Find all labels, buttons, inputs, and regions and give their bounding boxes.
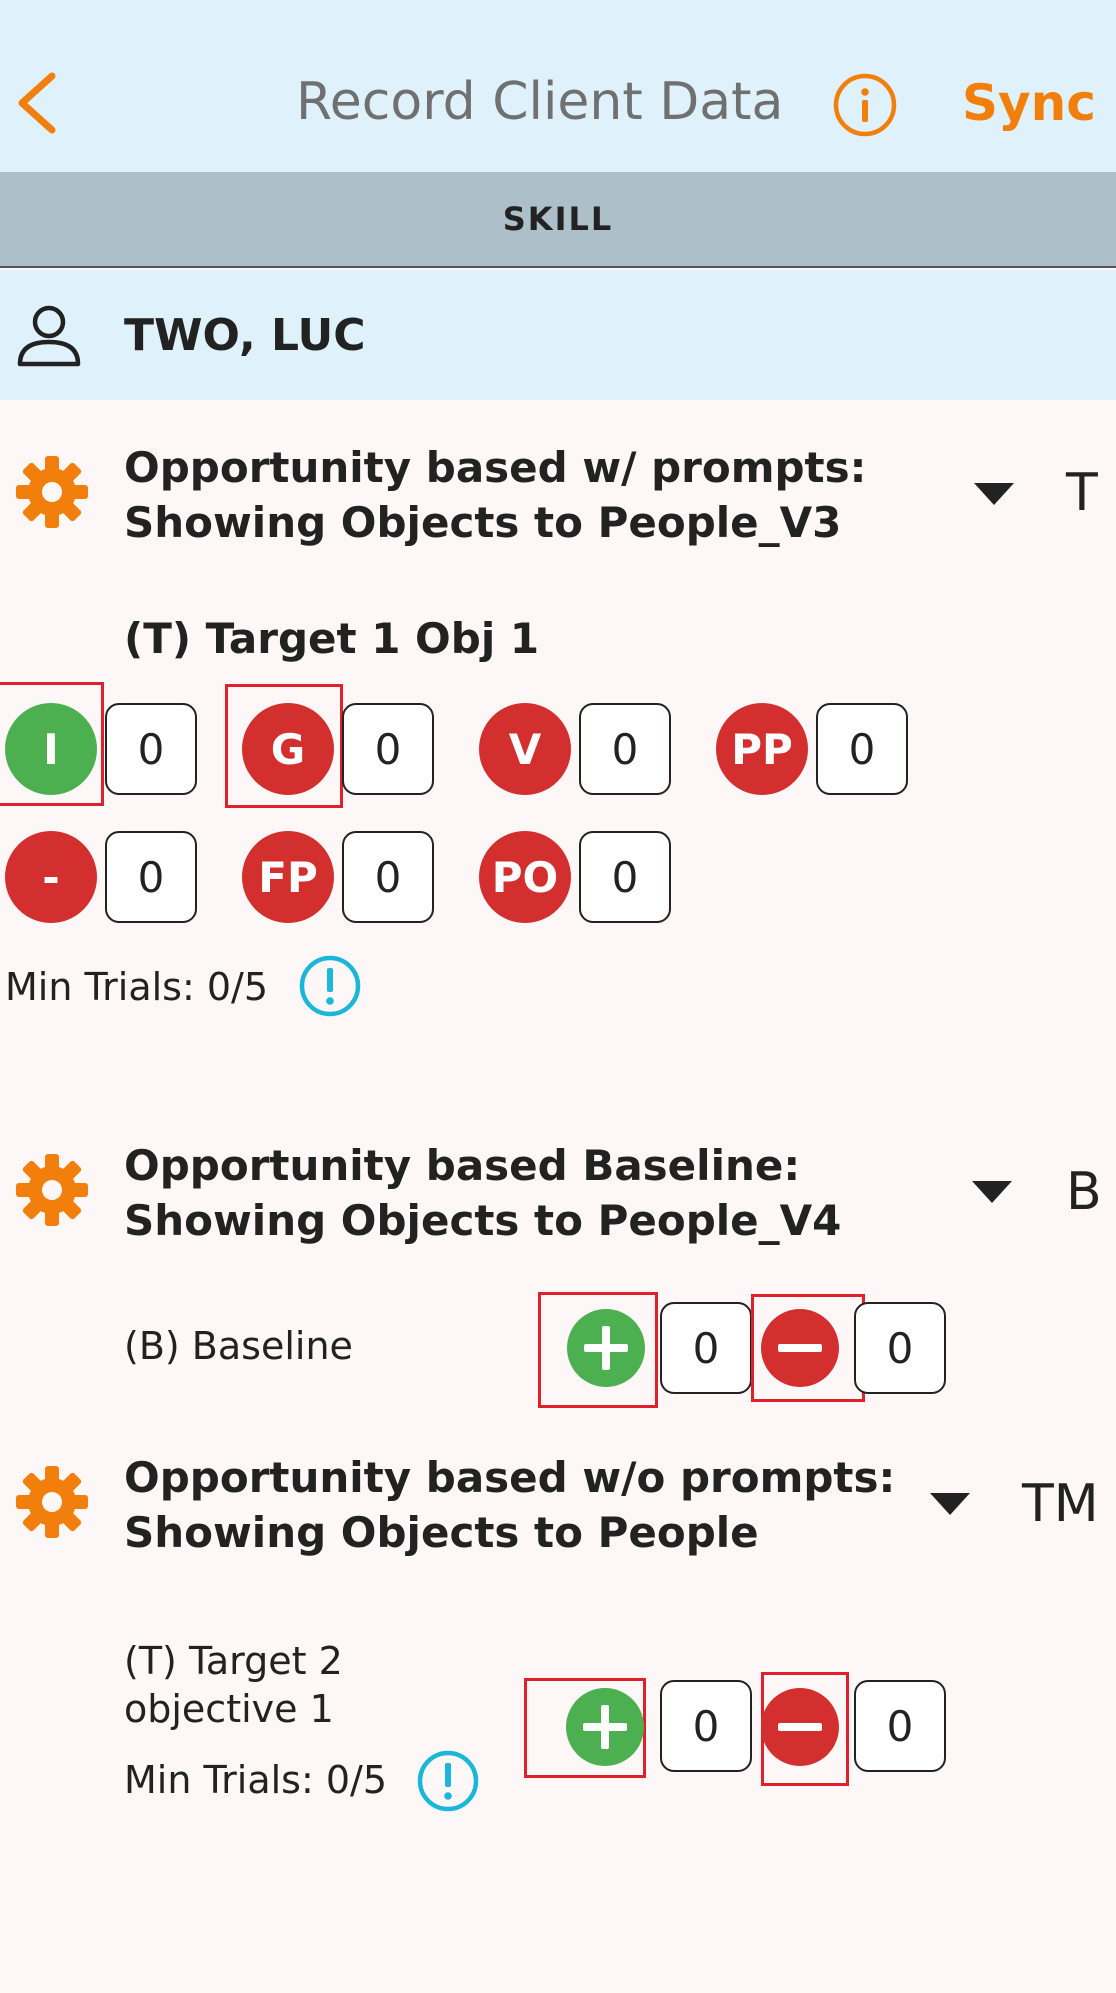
gear-icon[interactable] [12, 452, 92, 532]
program-title: Opportunity based w/ prompts: Showing Ob… [124, 440, 866, 550]
minus-icon [778, 1344, 822, 1352]
plus-button[interactable] [567, 1309, 645, 1387]
prompt-count-v: 0 [579, 703, 671, 795]
nav-bar: Record Client Data Sync [0, 0, 1116, 172]
program-title-line1: Opportunity based w/o prompts: [124, 1453, 896, 1502]
target-label-line1: (T) Target 2 [124, 1639, 343, 1683]
minus-button[interactable] [761, 1688, 839, 1766]
prompt-button-pp[interactable]: PP [716, 703, 808, 795]
exclamation-icon[interactable] [416, 1749, 480, 1813]
prompt-count-i: 0 [105, 703, 197, 795]
prompt-count-po: 0 [579, 831, 671, 923]
prompt-count-g: 0 [342, 703, 434, 795]
exclamation-icon[interactable] [298, 954, 362, 1018]
prompt-button-v[interactable]: V [479, 703, 571, 795]
plus-button[interactable] [566, 1688, 644, 1766]
prompt-count-pp: 0 [816, 703, 908, 795]
target-label-line2: objective 1 [124, 1687, 334, 1731]
program-title: Opportunity based Baseline: Showing Obje… [124, 1138, 841, 1248]
phase-label: B [1066, 1162, 1102, 1222]
phase-label: TM [1022, 1474, 1099, 1534]
info-icon[interactable] [832, 72, 898, 138]
sync-button[interactable]: Sync [962, 74, 1096, 132]
skill-tab-label: SKILL [502, 200, 614, 238]
back-chevron-icon[interactable] [12, 68, 62, 138]
min-trials-text: Min Trials: 0/5 [5, 965, 268, 1009]
caret-down-icon[interactable] [972, 1181, 1012, 1205]
program-title-line2: Showing Objects to People_V3 [124, 498, 842, 547]
caret-down-icon[interactable] [930, 1493, 970, 1517]
caret-down-icon[interactable] [974, 483, 1014, 507]
gear-icon[interactable] [12, 1462, 92, 1542]
prompt-button-g[interactable]: G [242, 703, 334, 795]
target-label: (B) Baseline [124, 1324, 353, 1368]
prompt-button-i[interactable]: I [5, 703, 97, 795]
page-title: Record Client Data [296, 72, 784, 132]
target-label: (T) Target 2 objective 1 [124, 1637, 343, 1733]
plus-icon [583, 1705, 627, 1749]
minus-count: 0 [854, 1680, 946, 1772]
person-icon [14, 302, 84, 372]
program-title-line1: Opportunity based Baseline: [124, 1141, 801, 1190]
prompt-button-dash[interactable]: - [5, 831, 97, 923]
prompt-count-dash: 0 [105, 831, 197, 923]
minus-button[interactable] [761, 1309, 839, 1387]
gear-icon[interactable] [12, 1150, 92, 1230]
plus-icon [584, 1326, 628, 1370]
minus-icon [778, 1723, 822, 1731]
min-trials-text: Min Trials: 0/5 [124, 1758, 387, 1802]
plus-count: 0 [660, 1302, 752, 1394]
program-title-line2: Showing Objects to People_V4 [124, 1196, 842, 1245]
prompt-button-fp[interactable]: FP [242, 831, 334, 923]
target-label: (T) Target 1 Obj 1 [124, 614, 540, 663]
prompt-count-fp: 0 [342, 831, 434, 923]
skill-tab[interactable]: SKILL [0, 172, 1116, 268]
plus-count: 0 [660, 1680, 752, 1772]
client-name: TWO, LUC [124, 310, 366, 361]
program-title-line2: Showing Objects to People [124, 1508, 759, 1557]
phase-label: T [1066, 463, 1098, 523]
minus-count: 0 [854, 1302, 946, 1394]
program-title-line1: Opportunity based w/ prompts: [124, 443, 867, 492]
client-header: TWO, LUC [0, 270, 1116, 400]
program-title: Opportunity based w/o prompts: Showing O… [124, 1450, 895, 1560]
prompt-button-po[interactable]: PO [479, 831, 571, 923]
